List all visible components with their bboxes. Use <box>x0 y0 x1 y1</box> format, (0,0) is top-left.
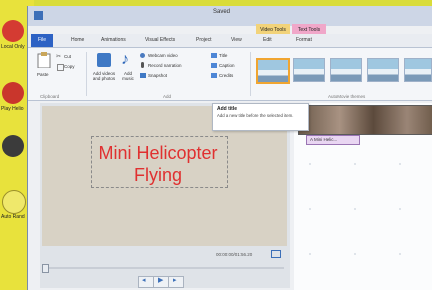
cut-label: Cut <box>64 54 72 59</box>
quick-access-toolbar[interactable] <box>46 12 86 19</box>
snapshot-label: Snapshot <box>148 73 168 78</box>
caption-icon <box>211 63 217 68</box>
tooltip-title: Add title <box>217 106 237 112</box>
title-label: Title <box>219 53 228 58</box>
title-button[interactable]: Title <box>211 52 239 60</box>
clipboard-group-label: Clipboard <box>40 94 60 99</box>
grid-marker <box>354 208 356 210</box>
credits-button[interactable]: Credits <box>211 72 243 80</box>
add-music-label: Add music <box>122 71 134 81</box>
ribbon: Paste ✂ Cut Copy Clipboard Add videos an… <box>28 48 432 101</box>
title-icon <box>211 53 217 58</box>
grid-marker <box>399 253 401 255</box>
tab-project[interactable]: Project <box>196 34 212 47</box>
copy-button[interactable]: Copy <box>56 63 86 71</box>
tooltip-body: Add a new title before the selected item… <box>217 113 294 118</box>
grid-marker <box>399 208 401 210</box>
tab-visual-effects[interactable]: Visual Effects <box>145 34 175 47</box>
fullscreen-icon[interactable] <box>271 250 281 258</box>
grid-marker <box>354 253 356 255</box>
group-divider <box>86 52 87 96</box>
desktop-app-icon[interactable] <box>2 135 24 157</box>
grid-marker <box>309 208 311 210</box>
theme-thumbnail[interactable] <box>330 58 362 82</box>
theme-thumbnail[interactable] <box>293 58 325 82</box>
group-divider <box>250 52 251 96</box>
music-note-icon: ♪ <box>121 51 129 68</box>
previous-frame-button[interactable]: ◂ <box>138 276 154 288</box>
grid-marker <box>309 163 311 165</box>
cut-button[interactable]: ✂ Cut <box>56 53 86 61</box>
desktop-app-icon[interactable] <box>2 20 24 42</box>
automovie-themes-label: AutoMovie themes <box>328 94 366 99</box>
add-title-tooltip: Add title Add a new title before the sel… <box>212 103 309 131</box>
credits-label: Credits <box>219 73 234 78</box>
add-videos-label: Add videos and photos <box>92 71 116 81</box>
ribbon-tabs: File Home Animations Visual Effects Proj… <box>28 34 432 48</box>
scissors-icon: ✂ <box>56 54 62 60</box>
grid-marker <box>399 163 401 165</box>
window-title: Saved <box>213 9 231 15</box>
paste-button[interactable]: Paste <box>33 52 55 86</box>
add-videos-button[interactable]: Add videos and photos <box>90 51 118 91</box>
copy-icon <box>57 64 64 71</box>
title-bar: Saved <box>28 6 432 26</box>
grid-marker <box>309 253 311 255</box>
caption-label: Caption <box>219 63 235 68</box>
tab-view[interactable]: View <box>231 34 242 47</box>
next-frame-icon: ▸ <box>173 277 177 284</box>
webcam-button[interactable]: Webcam video <box>140 52 190 60</box>
add-music-button[interactable]: ♪ Add music <box>119 51 137 91</box>
film-icon <box>97 53 111 67</box>
seek-handle[interactable] <box>42 264 49 273</box>
paste-label: Paste <box>37 72 49 77</box>
webcam-label: Webcam video <box>148 53 178 58</box>
microphone-icon <box>141 62 144 68</box>
video-clip[interactable] <box>298 105 432 135</box>
previous-frame-icon: ◂ <box>142 277 146 284</box>
tab-animations[interactable]: Animations <box>101 34 126 47</box>
theme-thumbnail[interactable] <box>404 58 432 82</box>
tab-home[interactable]: Home <box>71 34 84 47</box>
add-group-label: Add <box>163 94 172 99</box>
webcam-icon <box>140 53 145 58</box>
caption-line-1: Mini Helicopter <box>98 143 218 163</box>
grid-marker <box>354 163 356 165</box>
tab-edit[interactable]: Edit <box>263 34 272 47</box>
caption-line-2: Flying <box>133 165 182 185</box>
theme-thumbnail[interactable] <box>256 58 290 84</box>
tab-file[interactable]: File <box>31 34 53 47</box>
narration-label: Record narration <box>148 63 182 68</box>
paste-icon <box>37 52 51 68</box>
caption-clip-label: A Mini Helic... <box>310 137 338 142</box>
desktop-app-icon[interactable] <box>2 190 26 214</box>
tab-format[interactable]: Format <box>296 34 312 47</box>
play-icon: ▶ <box>158 277 164 284</box>
preview-time: 00:00:00/01:56.20 <box>216 252 253 257</box>
seek-bar[interactable] <box>42 267 284 269</box>
snapshot-icon <box>140 73 146 78</box>
next-frame-button[interactable]: ▸ <box>168 276 184 288</box>
movie-maker-window: Saved Video Tools Text Tools File Home A… <box>27 6 432 290</box>
caption-clip[interactable]: A Mini Helic... <box>306 135 360 145</box>
play-button[interactable]: ▶ <box>153 276 169 288</box>
credits-icon <box>211 73 217 78</box>
desktop-app-icon[interactable] <box>2 82 24 104</box>
app-icon <box>34 11 43 20</box>
record-narration-button[interactable]: Record narration <box>140 62 195 70</box>
theme-thumbnail[interactable] <box>367 58 399 82</box>
snapshot-button[interactable]: Snapshot <box>140 72 190 80</box>
caption-button[interactable]: Caption <box>211 62 243 70</box>
copy-label: Copy <box>64 64 75 69</box>
